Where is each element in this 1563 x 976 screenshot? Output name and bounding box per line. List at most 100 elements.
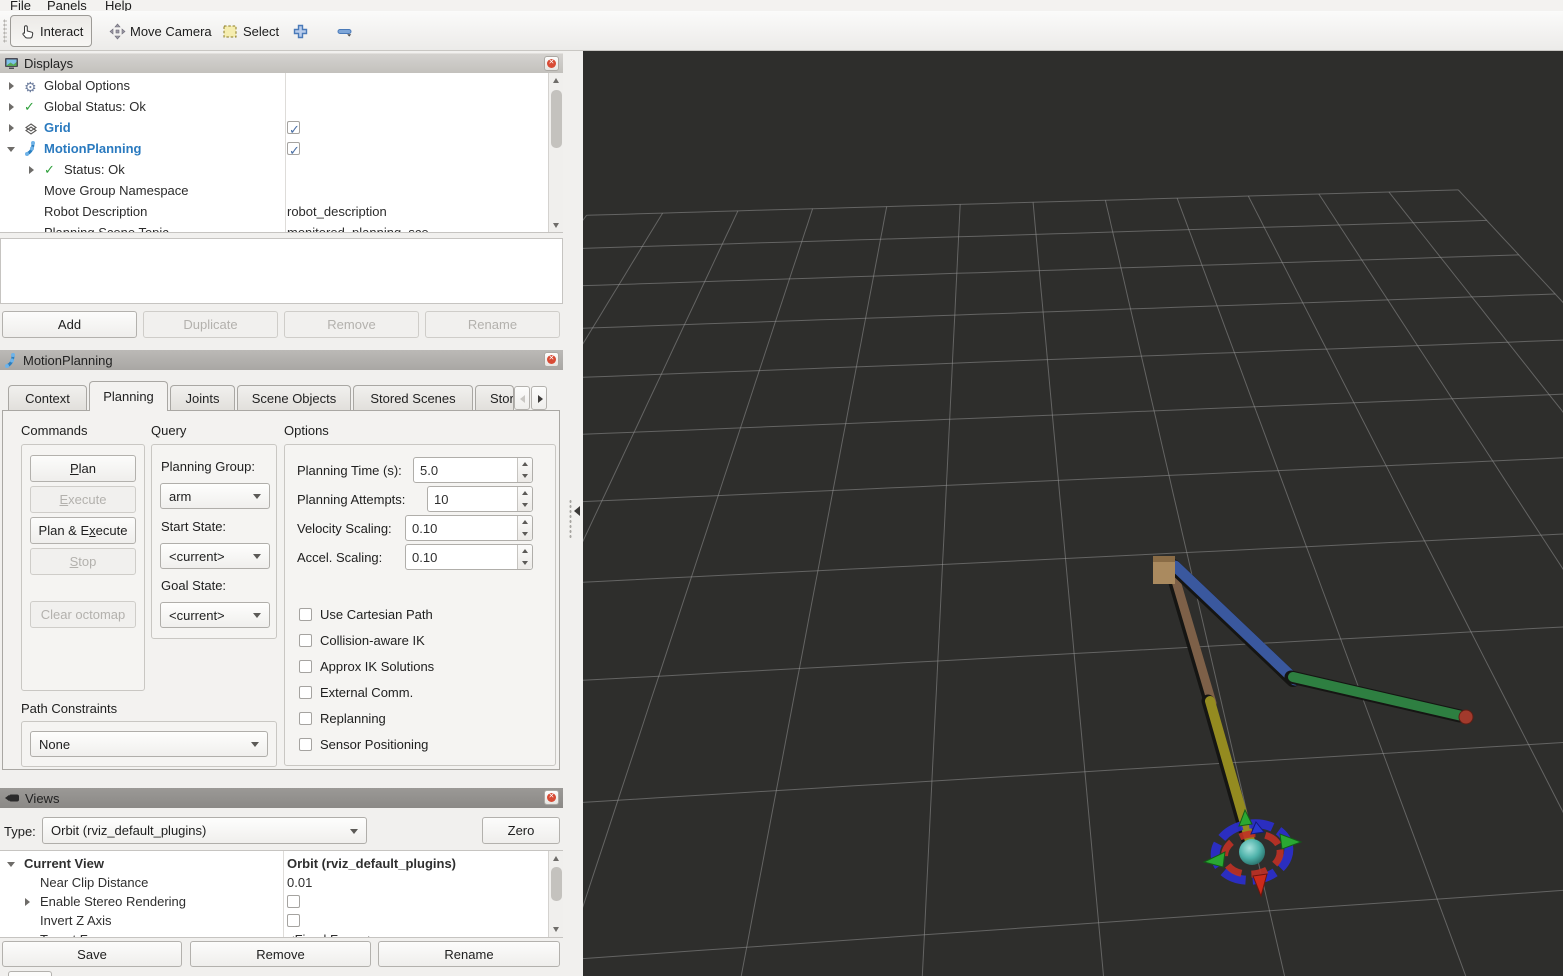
rename-view-button[interactable]: Rename [378,941,560,967]
tree-label[interactable]: Planning Scene Topic [44,222,169,232]
expander-icon[interactable] [9,82,14,90]
query-group: Planning Group: arm Start State: <curren… [151,444,277,639]
accel-scaling-label: Accel. Scaling: [297,550,383,565]
minus-icon [336,23,353,40]
tree-value[interactable]: <Fixed Frame> [287,930,375,937]
tree-label[interactable]: Invert Z Axis [40,911,112,930]
execute-button[interactable]: Execute [30,486,136,513]
toolbar-grip[interactable] [3,19,7,43]
add-tool-button[interactable] [284,15,317,47]
scroll-up-button[interactable] [549,851,563,866]
external-comm-checkbox[interactable] [299,686,312,699]
planning-attempts-spinbox[interactable]: 10 [427,486,533,512]
tab-scroll-left-button[interactable] [514,386,530,410]
tab-planning[interactable]: Planning [89,381,168,411]
expander-icon[interactable] [7,147,15,152]
tree-value[interactable]: 0.01 [287,873,312,892]
remove-tool-button[interactable] [328,15,361,47]
menu-file[interactable]: File [10,0,31,11]
tree-label[interactable]: Enable Stereo Rendering [40,892,186,911]
expander-icon[interactable] [9,103,14,111]
tab-stored-states[interactable]: Stored States [475,385,514,411]
collapse-handle-icon[interactable] [574,506,580,516]
save-view-button[interactable]: Save [2,941,182,967]
tab-stored-scenes[interactable]: Stored Scenes [353,385,473,411]
views-panel-header[interactable]: Views [0,788,563,808]
tab-joints[interactable]: Joints [170,385,235,411]
tree-label[interactable]: Current View [24,854,104,873]
remove-display-button[interactable]: Remove [284,311,419,338]
expander-icon[interactable] [25,898,30,906]
remove-view-button[interactable]: Remove [190,941,371,967]
scrollbar-thumb[interactable] [551,867,562,901]
tree-label[interactable]: Global Status: Ok [44,96,146,117]
path-constraints-dropdown[interactable]: None [30,731,268,757]
commands-section-label: Commands [21,423,88,438]
collision-aware-ik-checkbox[interactable] [299,634,312,647]
scroll-down-button[interactable] [549,218,563,232]
expander-icon[interactable] [9,124,14,132]
goal-state-dropdown[interactable]: <current> [160,602,270,628]
replanning-checkbox[interactable] [299,712,312,725]
rename-display-button[interactable]: Rename [425,311,560,338]
planning-group-dropdown[interactable]: arm [160,483,270,509]
select-tool-button[interactable]: Select [214,15,287,47]
plan-button[interactable]: Plan [30,455,136,482]
tree-label[interactable]: MotionPlanning [44,138,141,159]
tree-row: MotionPlanning [0,138,548,161]
tab-scene-objects[interactable]: Scene Objects [237,385,351,411]
velocity-scaling-spinbox[interactable]: 0.10 [405,515,533,541]
displays-close-button[interactable] [544,56,559,71]
use-cartesian-path-checkbox[interactable] [299,608,312,621]
motionplanning-panel-header[interactable]: MotionPlanning [0,350,563,370]
motionplanning-enabled-checkbox[interactable] [287,140,300,161]
scrollbar-thumb[interactable] [551,90,562,148]
stop-button[interactable]: Stop [30,548,136,575]
displays-tree[interactable]: ⚙ Global Options ✓ Global Status: Ok Gri… [0,73,563,233]
tree-label[interactable]: Near Clip Distance [40,873,148,892]
scroll-up-button[interactable] [549,73,563,88]
tree-label[interactable]: Global Options [44,75,130,96]
expander-icon[interactable] [7,862,15,867]
planning-time-spinbox[interactable]: 5.0 [413,457,533,483]
zero-view-button[interactable]: Zero [482,817,560,844]
views-close-button[interactable] [544,790,559,805]
views-scrollbar[interactable] [548,851,563,937]
plan-and-execute-button[interactable]: Plan & Execute [30,517,136,544]
interact-tool-button[interactable]: Interact [10,15,93,47]
viewport-splitter[interactable] [563,51,583,976]
displays-panel-header[interactable]: Displays [0,53,563,73]
add-display-button[interactable]: Add [2,311,137,338]
tree-label[interactable]: Move Group Namespace [44,180,189,201]
menu-help[interactable]: Help [105,0,132,11]
views-tree[interactable]: Current View Orbit (rviz_default_plugins… [0,850,563,938]
time-panel-partial [8,971,52,976]
sensor-positioning-checkbox[interactable] [299,738,312,751]
grid-enabled-checkbox[interactable] [287,119,300,140]
move-camera-tool-button[interactable]: Move Camera [101,15,220,47]
motionplanning-close-button[interactable] [544,352,559,367]
expander-icon[interactable] [29,166,34,174]
displays-scrollbar[interactable] [548,73,563,232]
tree-label[interactable]: Grid [44,117,71,138]
approx-ik-solutions-checkbox[interactable] [299,660,312,673]
menu-panels[interactable]: Panels [47,0,87,11]
tree-value[interactable]: monitored_planning_sce [287,222,429,232]
tree-label[interactable]: Robot Description [44,201,147,222]
invert-z-checkbox[interactable] [287,914,300,927]
accel-scaling-spinbox[interactable]: 0.10 [405,544,533,570]
3d-viewport[interactable] [583,51,1563,976]
enable-stereo-checkbox[interactable] [287,895,300,908]
scroll-down-button[interactable] [549,922,563,937]
tree-row: Grid [0,117,548,140]
duplicate-display-button[interactable]: Duplicate [143,311,278,338]
tree-value[interactable]: robot_description [287,201,387,222]
tree-label[interactable]: Target Frame [40,930,117,937]
tree-value[interactable]: Orbit (rviz_default_plugins) [287,854,456,873]
clear-octomap-button[interactable]: Clear octomap [30,601,136,628]
tab-scroll-right-button[interactable] [531,386,547,410]
tab-context[interactable]: Context [8,385,87,411]
start-state-dropdown[interactable]: <current> [160,543,270,569]
view-type-dropdown[interactable]: Orbit (rviz_default_plugins) [42,817,367,844]
tree-label[interactable]: Status: Ok [64,159,125,180]
